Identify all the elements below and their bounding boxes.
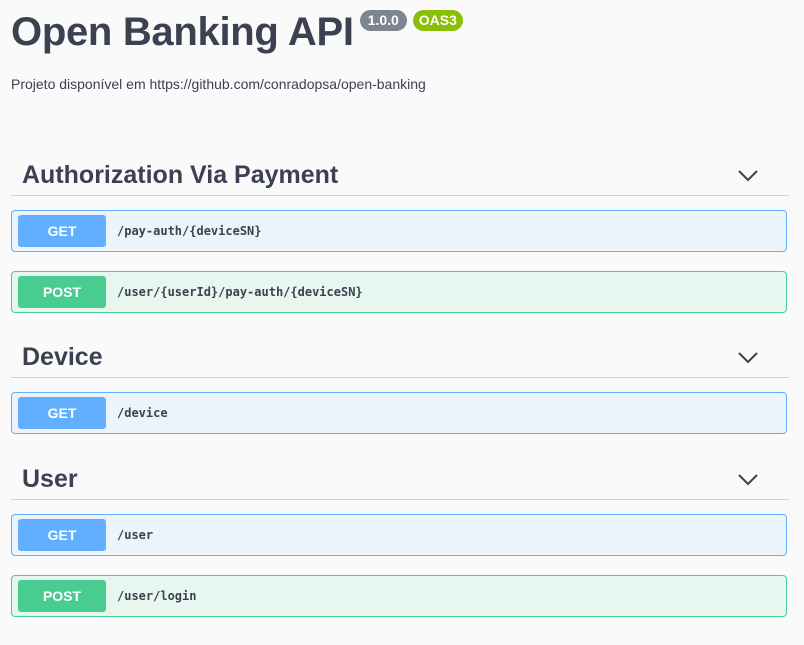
- tag-section-device: Device: [11, 337, 789, 378]
- method-badge: GET: [18, 397, 106, 429]
- tag-header-device[interactable]: Device: [11, 337, 789, 378]
- operation-post-user-login[interactable]: POST /user/login: [11, 575, 787, 617]
- tag-title: Device: [22, 342, 103, 371]
- tag-section-authorization: Authorization Via Payment: [11, 155, 789, 196]
- operation-path: /device: [117, 406, 168, 420]
- method-badge: POST: [18, 580, 106, 612]
- operation-path: /user: [117, 528, 154, 542]
- oas-badge: OAS3: [412, 10, 463, 31]
- operation-path: /user/login: [117, 589, 197, 603]
- operation-path: /pay-auth/{deviceSN}: [117, 224, 262, 238]
- chevron-down-icon[interactable]: [737, 350, 759, 364]
- tag-header-authorization[interactable]: Authorization Via Payment: [11, 155, 789, 196]
- operation-get-user[interactable]: GET /user: [11, 514, 787, 556]
- chevron-down-icon[interactable]: [737, 472, 759, 486]
- operation-get-device[interactable]: GET /device: [11, 392, 787, 434]
- operation-path: /user/{userId}/pay-auth/{deviceSN}: [117, 285, 363, 299]
- operation-post-user-pay-auth[interactable]: POST /user/{userId}/pay-auth/{deviceSN}: [11, 271, 787, 313]
- method-badge: GET: [18, 519, 106, 551]
- tag-header-user[interactable]: User: [11, 459, 789, 500]
- tag-section-user: User: [11, 459, 789, 500]
- operation-get-pay-auth[interactable]: GET /pay-auth/{deviceSN}: [11, 210, 787, 252]
- chevron-down-icon[interactable]: [737, 168, 759, 182]
- tag-title: User: [22, 464, 78, 493]
- tag-title: Authorization Via Payment: [22, 160, 339, 189]
- method-badge: POST: [18, 276, 106, 308]
- title-row: Open Banking API 1.0.0 OAS3: [11, 6, 791, 58]
- api-info-header: Open Banking API 1.0.0 OAS3: [11, 6, 791, 58]
- method-badge: GET: [18, 215, 106, 247]
- api-description: Projeto disponível em https://github.com…: [11, 76, 426, 92]
- version-badge: 1.0.0: [359, 10, 407, 31]
- page-title: Open Banking API: [11, 10, 354, 54]
